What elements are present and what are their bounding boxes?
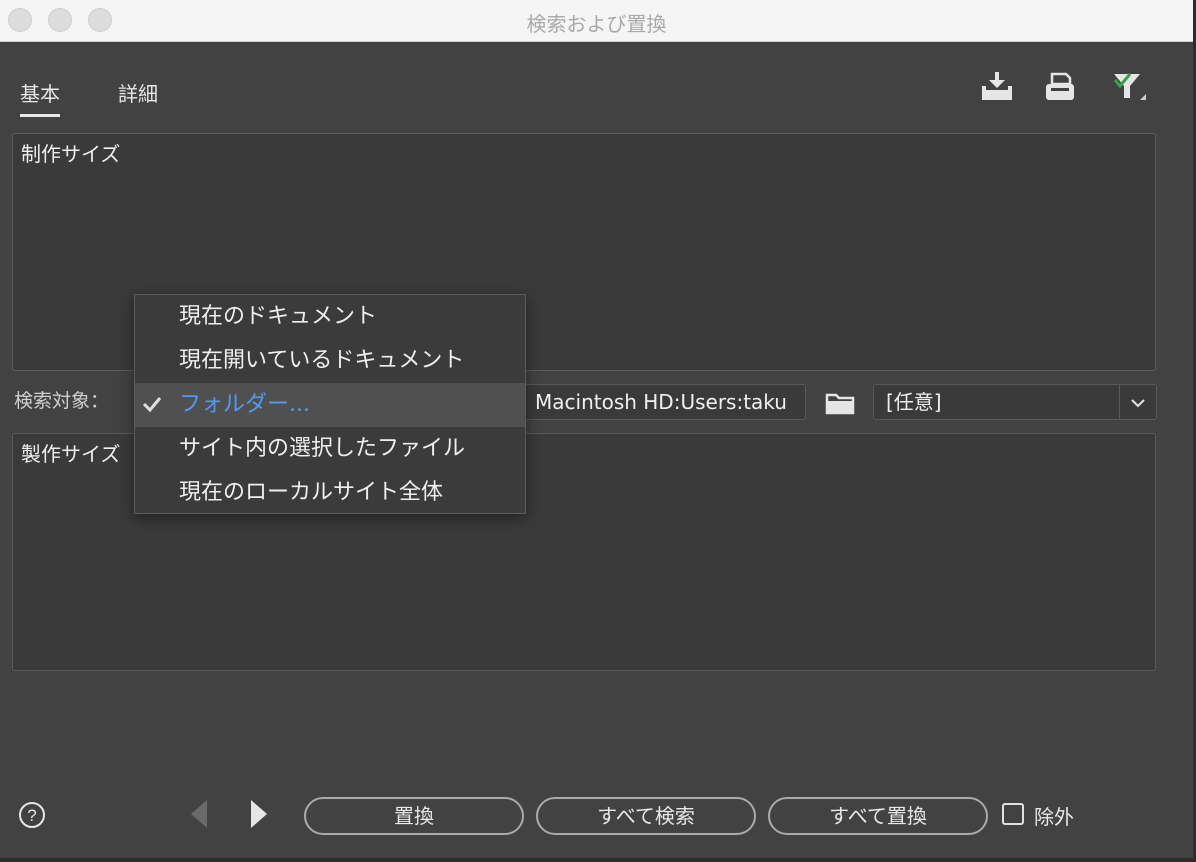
replace-button[interactable]: 置換	[304, 797, 524, 835]
menu-item-selected-site-files[interactable]: サイト内の選択したファイル	[135, 427, 525, 471]
select-divider	[1119, 385, 1120, 419]
help-icon[interactable]: ?	[18, 801, 46, 829]
exclude-label: 除外	[1034, 805, 1074, 829]
next-arrow-icon[interactable]	[247, 796, 271, 832]
find-replace-window: 検索および置換 基本 詳細 制作サイズ 検索対象： Macintosh HD:U…	[0, 0, 1193, 858]
menu-item-label: サイト内の選択したファイル	[179, 436, 466, 461]
menu-item-label: 現在のローカルサイト全体	[179, 480, 444, 505]
tab-basic[interactable]: 基本	[20, 78, 60, 117]
replace-all-button[interactable]: すべて置換	[768, 797, 988, 835]
checkmark-icon	[142, 397, 162, 413]
file-filter-value: [任意]	[886, 390, 942, 414]
save-query-icon[interactable]	[1042, 70, 1078, 104]
tab-advanced[interactable]: 詳細	[118, 78, 158, 107]
title-bar: 検索および置換	[0, 0, 1193, 42]
previous-arrow-icon[interactable]	[187, 796, 211, 832]
filter-icon[interactable]	[1110, 70, 1146, 104]
svg-text:?: ?	[27, 806, 36, 825]
window-title: 検索および置換	[526, 12, 667, 36]
menu-item-current-document[interactable]: 現在のドキュメント	[135, 295, 525, 339]
search-in-label: 検索対象：	[14, 390, 110, 412]
replace-text-value: 製作サイズ	[21, 442, 121, 466]
search-in-menu: 現在のドキュメント 現在開いているドキュメント フォルダー... サイト内の選択…	[134, 294, 526, 514]
exclude-checkbox[interactable]	[1002, 803, 1024, 825]
browse-folder-icon[interactable]	[822, 388, 858, 418]
menu-item-open-documents[interactable]: 現在開いているドキュメント	[135, 339, 525, 383]
menu-item-label: 現在のドキュメント	[179, 304, 378, 329]
find-all-button[interactable]: すべて検索	[536, 797, 756, 835]
menu-item-label: 現在開いているドキュメント	[179, 348, 465, 373]
menu-item-entire-local-site[interactable]: 現在のローカルサイト全体	[135, 471, 525, 515]
menu-item-label: フォルダー...	[179, 392, 310, 417]
menu-item-folder[interactable]: フォルダー...	[135, 383, 525, 427]
file-filter-select[interactable]: [任意]	[873, 384, 1157, 420]
load-query-icon[interactable]	[978, 70, 1014, 104]
find-text-value: 制作サイズ	[21, 142, 121, 166]
chevron-down-icon	[1131, 399, 1145, 408]
folder-path-field[interactable]: Macintosh HD:Users:taku	[524, 384, 806, 420]
